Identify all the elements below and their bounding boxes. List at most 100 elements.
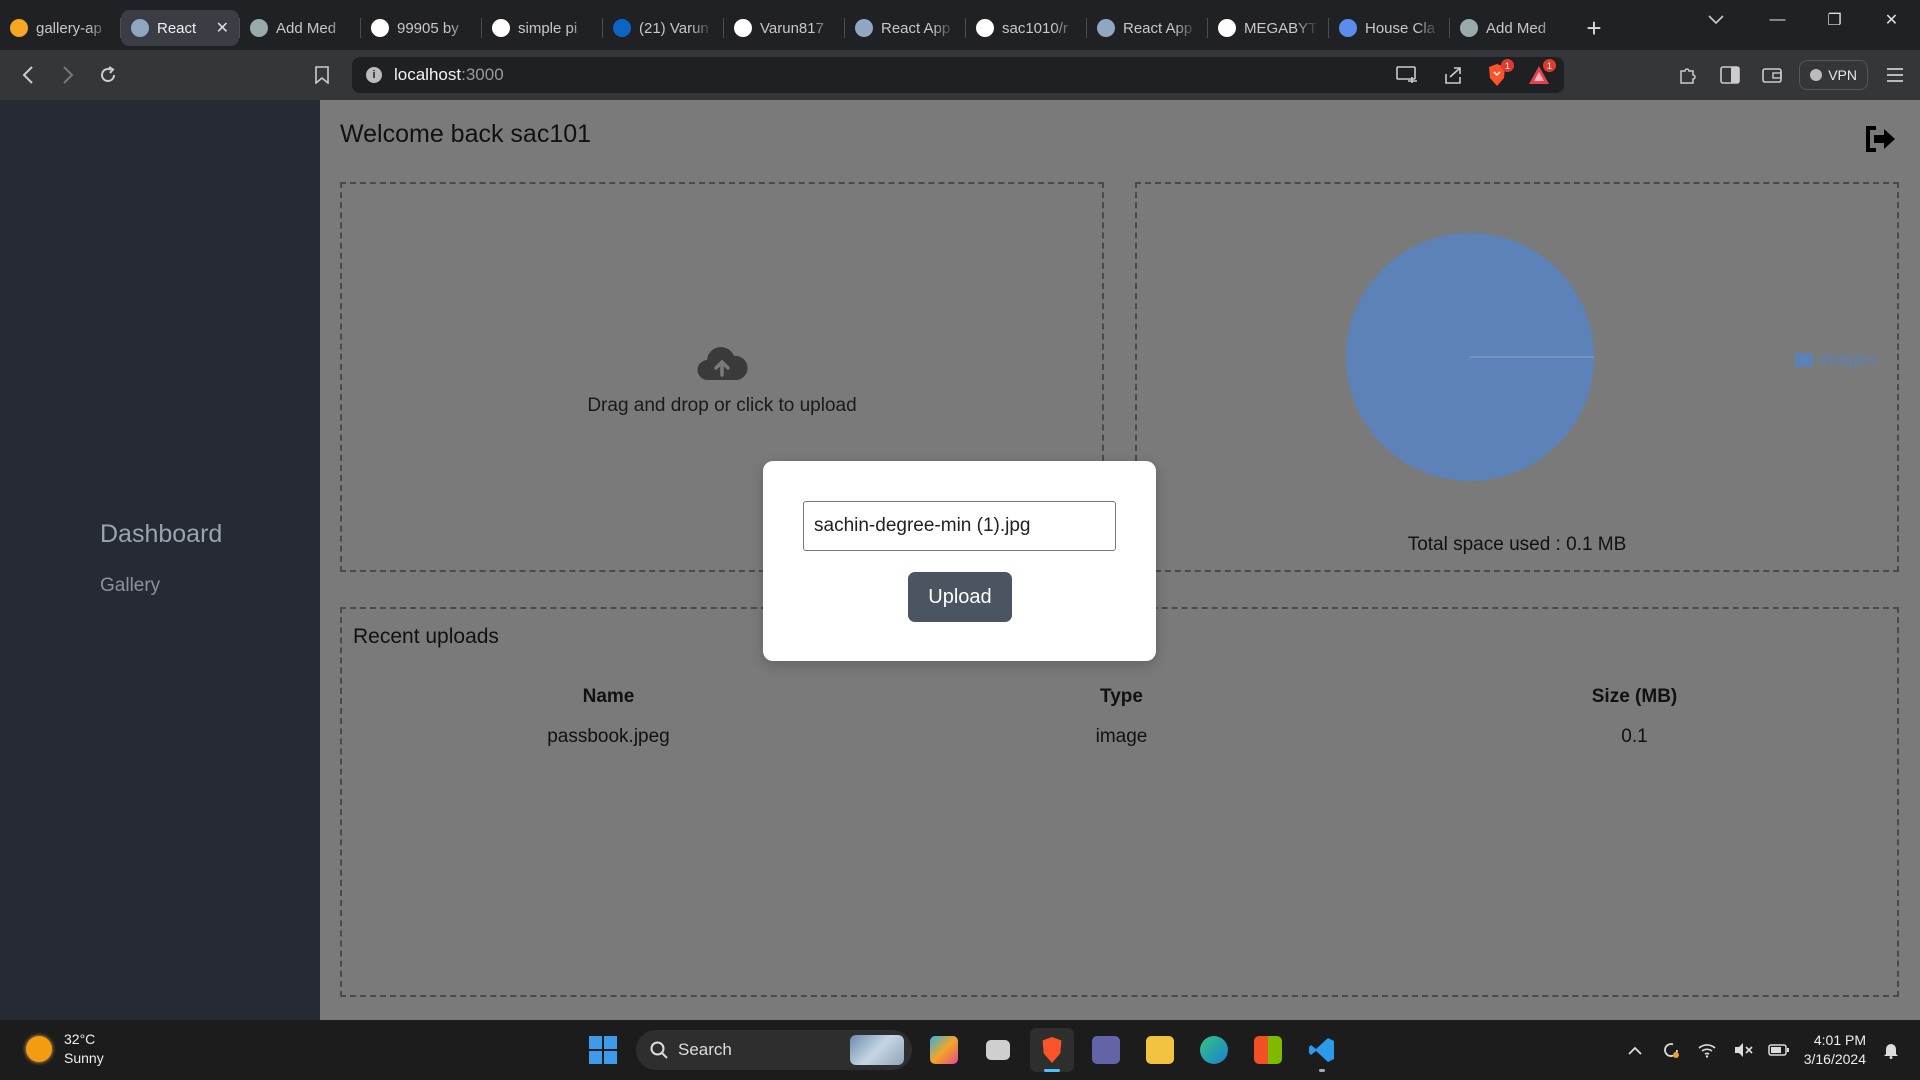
sidebar-item-dashboard[interactable]: Dashboard xyxy=(100,520,222,549)
chart-legend[interactable]: images xyxy=(1794,349,1877,370)
browser-tab[interactable]: simple pi xyxy=(482,10,602,46)
cell-file-size: 0.1 xyxy=(1621,726,1648,747)
restore-button[interactable]: ❐ xyxy=(1806,0,1863,40)
sidebar-panel-icon xyxy=(1720,66,1741,84)
reload-button[interactable] xyxy=(88,55,128,95)
search-icon xyxy=(650,1041,668,1059)
wifi-icon xyxy=(1698,1044,1716,1058)
start-button[interactable] xyxy=(580,1027,626,1073)
show-hidden-icons[interactable] xyxy=(1624,1039,1646,1061)
tab-label: React xyxy=(157,19,197,37)
system-tray: 4:01 PM 3/16/2024 xyxy=(1624,1020,1920,1080)
taskbar-search[interactable]: Search xyxy=(636,1030,912,1070)
sign-out-icon xyxy=(1866,126,1895,152)
address-bar[interactable]: i localhost:3000 1 1 xyxy=(352,57,1564,93)
browser-tab[interactable]: (21) Varun xyxy=(603,10,723,46)
new-tab-button[interactable]: + xyxy=(1576,10,1612,46)
volume-tray-button[interactable] xyxy=(1732,1039,1754,1061)
table-row: passbook.jpeg image 0.1 xyxy=(352,717,1891,757)
file-explorer-app[interactable] xyxy=(1138,1028,1182,1072)
tab-label: React App xyxy=(1123,19,1193,37)
react-icon xyxy=(855,19,873,37)
legend-swatch xyxy=(1794,352,1813,367)
browser-tab[interactable]: Varun817 xyxy=(724,10,844,46)
wifi-tray-button[interactable] xyxy=(1696,1039,1718,1061)
back-button[interactable] xyxy=(8,55,48,95)
react-icon xyxy=(131,19,149,37)
legend-label-images: images xyxy=(1818,349,1877,369)
taskbar-clock[interactable]: 4:01 PM 3/16/2024 xyxy=(1804,1031,1866,1069)
sidebar-nav: Dashboard Gallery xyxy=(100,520,222,597)
sidebar-toggle-button[interactable] xyxy=(1715,60,1745,90)
wallet-button[interactable] xyxy=(1757,60,1787,90)
site-info-icon[interactable]: i xyxy=(366,67,382,83)
cast-icon xyxy=(1396,66,1417,83)
column-header-name: Name xyxy=(582,686,635,707)
firebase-icon xyxy=(10,19,28,37)
browser-tab[interactable]: 99905 by xyxy=(361,10,481,46)
browser-tab[interactable]: Add Med xyxy=(1450,10,1570,46)
github-icon xyxy=(734,19,752,37)
tab-label: Add Med xyxy=(276,19,337,37)
browser-tab[interactable]: Add Med xyxy=(240,10,360,46)
file-name-input[interactable]: sachin-degree-min (1).jpg xyxy=(803,501,1116,551)
minimize-button[interactable]: — xyxy=(1749,0,1806,40)
window-controls: — ❐ ✕ xyxy=(1749,0,1920,40)
vscode-icon xyxy=(1309,1038,1334,1062)
browser-tab[interactable]: React ✕ xyxy=(121,10,239,46)
copilot-app[interactable] xyxy=(922,1028,966,1072)
upload-prompt-area: Drag and drop or click to upload xyxy=(342,344,1102,417)
brave-rewards-button[interactable]: 1 xyxy=(1526,59,1556,88)
puzzle-icon xyxy=(1680,68,1696,84)
vpn-button[interactable]: VPN xyxy=(1799,60,1868,90)
edge-app[interactable] xyxy=(1192,1028,1236,1072)
task-view-icon xyxy=(986,1040,1010,1060)
brave-browser-app[interactable] xyxy=(1030,1028,1074,1072)
close-tab-icon[interactable]: ✕ xyxy=(216,18,229,38)
vpn-status-icon xyxy=(1810,69,1823,81)
url-port: :3000 xyxy=(461,65,504,84)
vscode-app[interactable] xyxy=(1300,1028,1344,1072)
bookmark-button[interactable] xyxy=(302,55,342,95)
bookmark-icon xyxy=(315,66,329,84)
browser-tab[interactable]: House Cla xyxy=(1329,10,1449,46)
sidebar-item-gallery[interactable]: Gallery xyxy=(100,575,222,597)
upload-button[interactable]: Upload xyxy=(908,572,1012,622)
tab-label: sac1010/r xyxy=(1002,19,1068,37)
sync-tray-button[interactable] xyxy=(1660,1039,1682,1061)
google-icon xyxy=(371,19,389,37)
hamburger-menu-icon xyxy=(1887,68,1903,82)
column-header-size: Size (MB) xyxy=(1591,686,1678,707)
weather-widget[interactable]: 32°C Sunny xyxy=(26,1030,104,1068)
table-header-row: Name Type Size (MB) xyxy=(352,677,1891,717)
google-icon xyxy=(492,19,510,37)
extensions-button[interactable] xyxy=(1673,60,1703,90)
clock-time: 4:01 PM xyxy=(1813,1032,1866,1048)
browser-tab[interactable]: React App xyxy=(845,10,965,46)
battery-icon xyxy=(1767,1044,1789,1056)
browser-tab[interactable]: gallery-ap xyxy=(0,10,120,46)
brave-shields-button[interactable]: 1 xyxy=(1484,59,1514,88)
task-view-app[interactable] xyxy=(976,1028,1020,1072)
tab-search-dropdown[interactable] xyxy=(1698,6,1734,34)
browser-tab[interactable]: MEGABYT xyxy=(1208,10,1328,46)
shields-count-badge: 1 xyxy=(1501,59,1514,72)
battery-tray-button[interactable] xyxy=(1767,1039,1790,1061)
logout-button[interactable] xyxy=(1864,124,1898,158)
cast-button[interactable] xyxy=(1392,60,1422,90)
teams-app[interactable] xyxy=(1084,1028,1128,1072)
sun-icon xyxy=(26,1036,52,1062)
browser-menu-button[interactable] xyxy=(1880,60,1910,90)
share-icon xyxy=(1445,67,1461,84)
browser-tab[interactable]: React App xyxy=(1087,10,1207,46)
close-window-button[interactable]: ✕ xyxy=(1863,0,1920,40)
share-button[interactable] xyxy=(1438,60,1468,90)
folder-icon xyxy=(1146,1036,1174,1064)
forward-button[interactable] xyxy=(48,55,88,95)
store-app[interactable] xyxy=(1246,1028,1290,1072)
upload-modal: sachin-degree-min (1).jpg Upload xyxy=(763,461,1156,661)
notifications-button[interactable] xyxy=(1880,1039,1902,1061)
browser-tab[interactable]: sac1010/r xyxy=(966,10,1086,46)
brave-app-icon xyxy=(1042,1037,1062,1063)
linkedin-icon xyxy=(613,19,631,37)
